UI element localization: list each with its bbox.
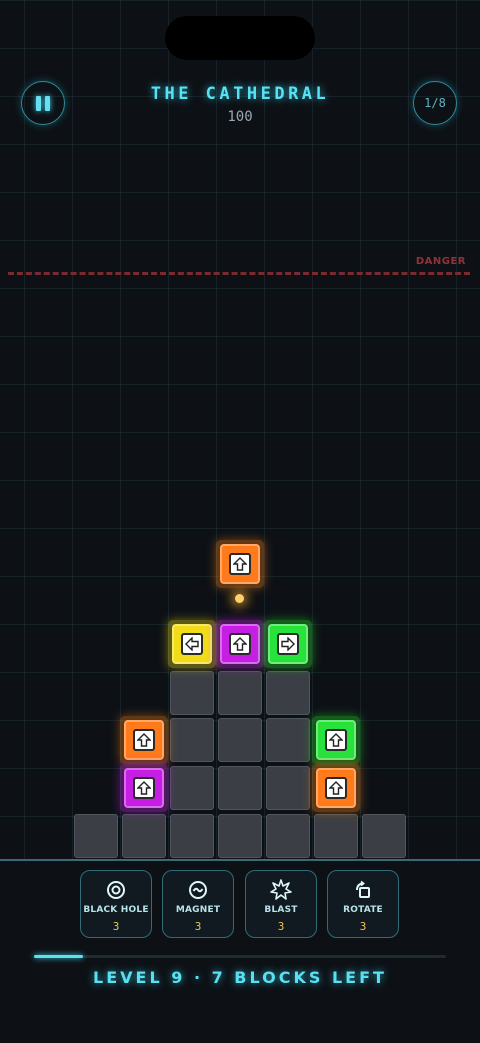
danger-line [8, 272, 470, 275]
magnet-icon [188, 879, 208, 901]
level-indicator-button[interactable]: 1/8 [413, 81, 457, 125]
floor-line [0, 859, 480, 861]
magnet-count: 3 [194, 920, 202, 933]
score-value: 100 [227, 109, 253, 125]
black-hole-button[interactable]: BLACK HOLE 3 [80, 870, 152, 938]
arrow-up-icon [133, 729, 155, 751]
arrow-up-icon [229, 633, 251, 655]
falling-block[interactable] [216, 540, 264, 588]
base-slot [170, 814, 214, 858]
arrow-block[interactable] [216, 620, 264, 668]
arrow-left-icon [181, 633, 203, 655]
arrow-right-icon [277, 633, 299, 655]
level-progress-bar [34, 955, 446, 958]
rotate-icon [353, 879, 373, 901]
base-slot [218, 814, 262, 858]
arrow-up-icon [133, 777, 155, 799]
base-slot [218, 718, 262, 762]
base-slot [170, 671, 214, 715]
drop-spark [235, 594, 244, 603]
level-status: LEVEL 9 · 7 BLOCKS LEFT [93, 968, 387, 987]
base-slot [266, 766, 310, 810]
blast-label: BLAST [264, 905, 298, 915]
arrow-block[interactable] [168, 620, 216, 668]
danger-label: DANGER [415, 256, 466, 267]
black-hole-label: BLACK HOLE [83, 905, 149, 915]
arrow-block[interactable] [312, 764, 360, 812]
blast-icon [270, 879, 292, 901]
level-progress-fill [34, 955, 84, 958]
magnet-label: MAGNET [175, 905, 221, 915]
rotate-button[interactable]: ROTATE 3 [327, 870, 399, 938]
arrow-block[interactable] [120, 764, 168, 812]
rotate-label: ROTATE [343, 905, 383, 915]
blast-count: 3 [277, 920, 285, 933]
black-hole-count: 3 [112, 920, 120, 933]
blast-button[interactable]: BLAST 3 [245, 870, 317, 938]
base-slot [314, 814, 358, 858]
base-slot [362, 814, 406, 858]
black-hole-icon [106, 879, 126, 901]
arrow-up-icon [325, 777, 347, 799]
arrow-block[interactable] [264, 620, 312, 668]
base-slot [218, 766, 262, 810]
magnet-button[interactable]: MAGNET 3 [162, 870, 234, 938]
base-slot [266, 814, 310, 858]
arrow-block[interactable] [120, 716, 168, 764]
arrow-up-icon [229, 553, 251, 575]
base-slot [218, 671, 262, 715]
base-slot [170, 766, 214, 810]
base-slot [266, 671, 310, 715]
base-slot [266, 718, 310, 762]
base-slot [170, 718, 214, 762]
level-title: THE CATHEDRAL [150, 84, 330, 104]
rotate-count: 3 [359, 920, 367, 933]
arrow-up-icon [325, 729, 347, 751]
base-slot [74, 814, 118, 858]
base-slot [122, 814, 166, 858]
device-notch [165, 16, 315, 60]
arrow-block[interactable] [312, 716, 360, 764]
